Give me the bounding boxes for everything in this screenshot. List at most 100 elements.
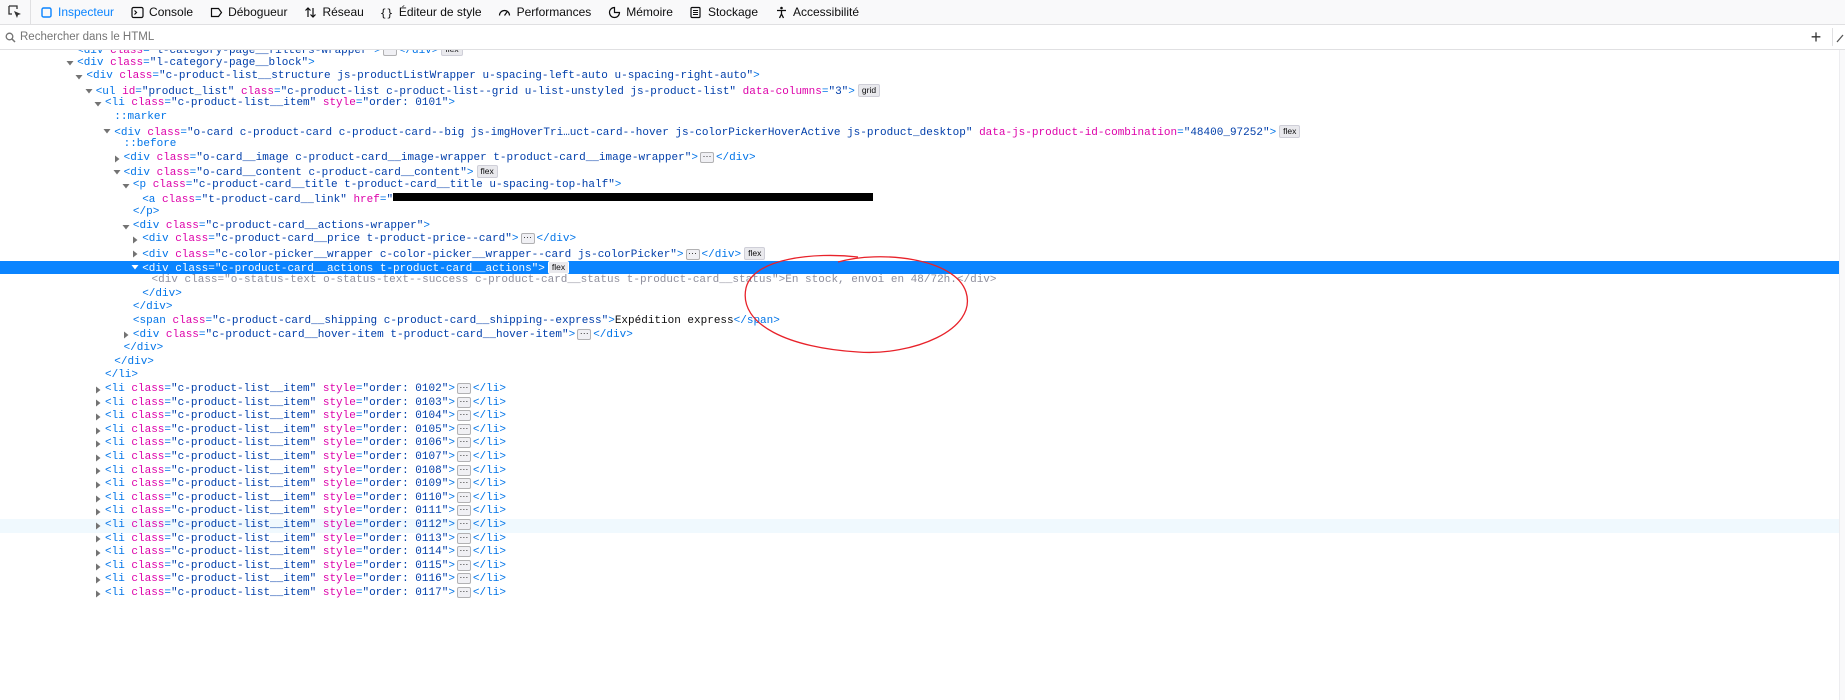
collapsed-arrow-icon[interactable]: [93, 533, 103, 547]
expand-ellipsis-button[interactable]: ⋯: [456, 532, 471, 544]
layout-badge[interactable]: flex: [441, 50, 463, 56]
markup-node[interactable]: <li class="c-product-list__item" style="…: [0, 478, 1845, 492]
layout-badge[interactable]: flex: [1279, 124, 1301, 138]
markup-node[interactable]: </div>: [0, 356, 1845, 370]
tab-accessibility[interactable]: Accessibilité: [766, 0, 867, 24]
expand-ellipsis-button[interactable]: ⋯: [456, 410, 471, 422]
collapsed-arrow-icon[interactable]: [93, 437, 103, 451]
collapsed-arrow-icon[interactable]: [93, 546, 103, 560]
markup-node[interactable]: </div>: [0, 301, 1845, 315]
expand-ellipsis-button[interactable]: ⋯: [456, 396, 471, 408]
markup-node[interactable]: <span class="c-product-card__shipping c-…: [0, 315, 1845, 329]
markup-node[interactable]: <div class="c-product-card__price t-prod…: [0, 233, 1845, 247]
markup-node[interactable]: <p class="c-product-card__title t-produc…: [0, 179, 1845, 193]
markup-node[interactable]: <div class="c-product-list__structure js…: [0, 70, 1845, 84]
collapsed-arrow-icon[interactable]: [112, 152, 122, 166]
markup-node[interactable]: <li class="c-product-list__item" style="…: [0, 532, 1845, 547]
tab-style-editor[interactable]: {} Éditeur de style: [372, 0, 490, 24]
markup-node[interactable]: <div class="o-card__content c-product-ca…: [0, 165, 1845, 179]
markup-node[interactable]: <ul id="product_list" class="c-product-l…: [0, 83, 1845, 98]
collapsed-arrow-icon[interactable]: [93, 451, 103, 465]
expanded-arrow-icon[interactable]: [112, 165, 122, 179]
expanded-arrow-icon[interactable]: [121, 220, 131, 234]
add-node-button[interactable]: +: [1806, 27, 1826, 47]
markup-node[interactable]: <li class="c-product-list__item" style="…: [0, 505, 1845, 519]
markup-node[interactable]: <div class="c-product-card__actions-wrap…: [0, 220, 1845, 234]
markup-node[interactable]: <div class="o-card c-product-card c-prod…: [0, 124, 1845, 139]
markup-node[interactable]: <li class="c-product-list__item" style="…: [0, 546, 1845, 560]
collapsed-arrow-icon[interactable]: [93, 492, 103, 506]
expanded-arrow-icon[interactable]: [121, 179, 131, 193]
layout-badge[interactable]: grid: [857, 83, 881, 97]
tab-memory[interactable]: Mémoire: [599, 0, 681, 24]
expand-ellipsis-button[interactable]: ⋯: [577, 328, 592, 340]
expanded-arrow-icon[interactable]: [130, 261, 140, 275]
expand-ellipsis-button[interactable]: ⋯: [456, 478, 471, 490]
expand-ellipsis-button[interactable]: ⋯: [456, 451, 471, 462]
expanded-arrow-icon[interactable]: [93, 97, 103, 111]
layout-badge[interactable]: flex: [547, 260, 570, 274]
collapsed-arrow-icon[interactable]: [121, 329, 131, 343]
expand-ellipsis-button[interactable]: ⋯: [456, 519, 471, 530]
tab-storage[interactable]: Stockage: [681, 0, 766, 24]
html-search-input[interactable]: [20, 31, 520, 43]
markup-node[interactable]: <div class="c-color-picker__wrapper c-co…: [0, 247, 1845, 261]
expand-ellipsis-button[interactable]: ⋯: [699, 151, 714, 163]
expand-ellipsis-button[interactable]: ⋯: [456, 546, 471, 558]
tab-performance[interactable]: Performances: [490, 0, 600, 24]
expanded-arrow-icon[interactable]: [84, 84, 94, 98]
markup-node[interactable]: <div class="o-status-text o-status-text-…: [0, 274, 1845, 288]
expanded-arrow-icon[interactable]: [65, 57, 75, 71]
collapsed-arrow-icon[interactable]: [93, 505, 103, 519]
expand-ellipsis-button[interactable]: ⋯: [456, 423, 471, 435]
markup-node[interactable]: <li class="c-product-list__item" style="…: [0, 410, 1845, 424]
markup-node[interactable]: <li class="c-product-list__item" style="…: [0, 519, 1845, 533]
expand-ellipsis-button[interactable]: ⋯: [456, 491, 471, 503]
markup-node[interactable]: <li class="c-product-list__item" style="…: [0, 559, 1845, 574]
element-picker-button[interactable]: [0, 0, 31, 24]
expand-ellipsis-button[interactable]: ⋯: [456, 573, 471, 585]
markup-node[interactable]: <li class="c-product-list__item" style="…: [0, 451, 1845, 465]
markup-node[interactable]: <a class="t-product-card__link" href=": [0, 192, 1845, 207]
collapsed-arrow-icon[interactable]: [93, 560, 103, 574]
expand-ellipsis-button[interactable]: ⋯: [456, 559, 471, 571]
collapsed-arrow-icon[interactable]: [93, 397, 103, 411]
markup-node[interactable]: <div class="l-category-page__filters-wra…: [0, 50, 1845, 57]
markup-node[interactable]: ::before: [0, 138, 1845, 152]
layout-badge[interactable]: flex: [476, 165, 498, 179]
collapsed-arrow-icon[interactable]: [130, 233, 140, 247]
expand-ellipsis-button[interactable]: ⋯: [456, 437, 471, 449]
markup-node[interactable]: <li class="c-product-list__item" style="…: [0, 587, 1845, 601]
markup-node[interactable]: <li class="c-product-list__item" style="…: [0, 97, 1845, 111]
markup-node[interactable]: <div class="c-product-card__actions t-pr…: [0, 260, 1845, 275]
markup-node[interactable]: ::marker: [0, 111, 1845, 125]
collapsed-arrow-icon[interactable]: [93, 424, 103, 438]
markup-node[interactable]: <li class="c-product-list__item" style="…: [0, 437, 1845, 451]
markup-node[interactable]: <div class="l-category-page__block">: [0, 57, 1845, 71]
tab-debugger[interactable]: Débogueur: [201, 0, 295, 24]
tab-console[interactable]: Console: [122, 0, 201, 24]
expand-ellipsis-button[interactable]: ⋯: [456, 505, 471, 517]
markup-node[interactable]: <li class="c-product-list__item" style="…: [0, 491, 1845, 506]
layout-badge[interactable]: flex: [744, 247, 766, 260]
markup-node[interactable]: <li class="c-product-list__item" style="…: [0, 464, 1845, 479]
expand-ellipsis-button[interactable]: ⋯: [456, 383, 471, 394]
expand-ellipsis-button[interactable]: ⋯: [456, 464, 471, 476]
collapsed-arrow-icon[interactable]: [93, 587, 103, 601]
markup-node[interactable]: <li class="c-product-list__item" style="…: [0, 573, 1845, 587]
markup-node[interactable]: <li class="c-product-list__item" style="…: [0, 396, 1845, 411]
tab-network[interactable]: Réseau: [295, 0, 371, 24]
markup-node[interactable]: </p>: [0, 206, 1845, 220]
collapsed-arrow-icon[interactable]: [93, 383, 103, 397]
expand-ellipsis-button[interactable]: ⋯: [382, 50, 397, 56]
collapsed-arrow-icon[interactable]: [93, 478, 103, 492]
markup-node[interactable]: <div class="c-product-card__hover-item t…: [0, 328, 1845, 343]
markup-node[interactable]: <div class="o-card__image c-product-card…: [0, 151, 1845, 166]
expand-ellipsis-button[interactable]: ⋯: [520, 233, 535, 245]
markup-node[interactable]: </div>: [0, 288, 1845, 302]
markup-node[interactable]: </div>: [0, 342, 1845, 356]
expand-ellipsis-button[interactable]: ⋯: [685, 249, 700, 260]
collapsed-arrow-icon[interactable]: [93, 573, 103, 587]
markup-node[interactable]: <li class="c-product-list__item" style="…: [0, 383, 1845, 397]
collapsed-arrow-icon[interactable]: [93, 465, 103, 479]
